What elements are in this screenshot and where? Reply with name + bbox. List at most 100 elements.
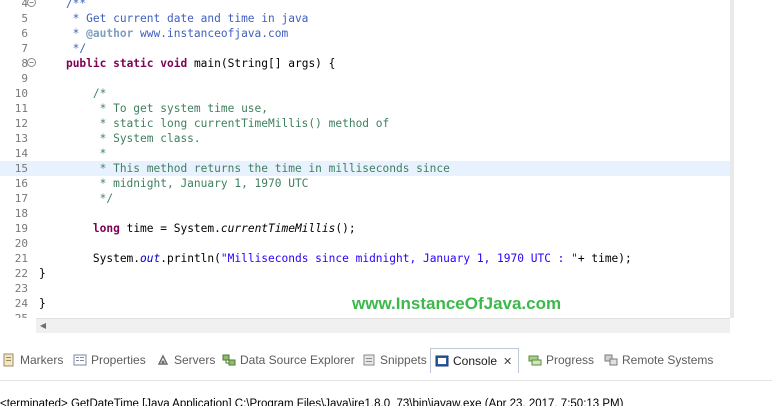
code-token: /* [39, 87, 107, 100]
line-number: 25 [0, 311, 28, 318]
code-line[interactable]: 22} [0, 266, 730, 281]
code-line[interactable]: 12 * static long currentTimeMillis() met… [0, 116, 730, 131]
line-number: 11 [14, 102, 28, 115]
tab-snippets[interactable]: Snippets [362, 350, 427, 370]
data-source-icon [222, 353, 236, 367]
code-line[interactable]: 8− public static void main(String[] args… [0, 56, 730, 71]
tab-label: Progress [546, 353, 595, 367]
code-line[interactable]: 16 * midnight, January 1, 1970 UTC [0, 176, 730, 191]
code-token: + time); [577, 252, 632, 265]
horizontal-scrollbar[interactable]: ◀ [36, 318, 730, 333]
code-text: * System class. [39, 131, 201, 146]
code-token: } [39, 267, 46, 280]
tab-label: Servers [174, 353, 216, 367]
code-token: long [92, 222, 120, 235]
code-token: * This method returns the time in millis… [39, 162, 450, 175]
line-number: 21 [14, 252, 28, 265]
code-token: * To get system time use, [39, 102, 269, 115]
code-token: out [140, 252, 161, 265]
line-number: 4 [21, 0, 28, 10]
code-line[interactable]: 17 */ [0, 191, 730, 206]
line-number: 7 [21, 42, 28, 55]
code-line[interactable]: 5 * Get current date and time in java [0, 11, 730, 26]
console-view[interactable]: <terminated> GetDateTime [Java Applicati… [0, 380, 772, 406]
line-number: 6 [21, 27, 28, 40]
line-number: 8 [21, 57, 28, 70]
line-number: 12 [14, 117, 28, 130]
code-line[interactable]: 13 * System class. [0, 131, 730, 146]
tab-data-source-explorer[interactable]: Data Source Explorer [222, 350, 355, 370]
code-line[interactable]: 18 [0, 206, 730, 221]
line-number: 23 [14, 282, 28, 295]
line-number: 15 [14, 162, 28, 175]
code-line[interactable]: 21 System.out.println("Milliseconds sinc… [0, 251, 730, 266]
code-editor[interactable]: 4− /** 5 * Get current date and time in j… [0, 0, 772, 318]
snippets-icon [362, 353, 376, 367]
code-line[interactable]: 6 * @author www.instanceofjava.com [0, 26, 730, 41]
code-token: /** [39, 0, 87, 10]
line-number: 17 [14, 192, 28, 205]
tab-label: Snippets [380, 353, 427, 367]
line-number: 13 [14, 132, 28, 145]
fold-collapse-icon[interactable]: − [27, 58, 36, 67]
code-line[interactable]: 11 * To get system time use, [0, 101, 730, 116]
tab-label: Markers [20, 353, 64, 367]
tab-markers[interactable]: Markers [2, 350, 63, 370]
code-line[interactable]: 4− /** [0, 0, 730, 11]
code-line[interactable]: 10 /* [0, 86, 730, 101]
code-token: * Get current date and time in java [39, 12, 309, 25]
code-line[interactable]: 15 * This method returns the time in mil… [0, 161, 730, 176]
line-number: 22 [14, 267, 28, 280]
line-number: 19 [14, 222, 28, 235]
line-number: 14 [14, 147, 28, 160]
line-number: 16 [14, 177, 28, 190]
code-line[interactable]: 19 long time = System.currentTimeMillis(… [0, 221, 730, 236]
line-number: 10 [14, 87, 28, 100]
code-text: * Get current date and time in java [39, 11, 309, 26]
code-token: currentTimeMillis [220, 222, 336, 235]
code-token: * midnight, January 1, 1970 UTC [39, 177, 309, 190]
tab-console[interactable]: Console ✕ [430, 348, 520, 373]
tab-remote-systems[interactable]: Remote Systems [604, 350, 713, 370]
code-token: */ [39, 192, 114, 205]
line-number: 20 [14, 237, 28, 250]
servers-icon [156, 353, 170, 367]
code-token: time = System. [119, 222, 221, 235]
code-text: * To get system time use, [39, 101, 268, 116]
fold-collapse-icon[interactable]: − [27, 0, 36, 7]
code-token: "Milliseconds since midnight, January 1,… [220, 252, 578, 265]
tab-label: Remote Systems [622, 353, 714, 367]
code-token: (); [335, 222, 356, 235]
close-icon[interactable]: ✕ [503, 356, 512, 368]
line-number: 9 [21, 72, 28, 85]
tab-properties[interactable]: Properties [73, 350, 146, 370]
code-token: www.instanceofjava.com [133, 27, 289, 40]
code-text: * This method returns the time in millis… [39, 161, 450, 176]
tab-label: Properties [91, 353, 146, 367]
code-text: * midnight, January 1, 1970 UTC [39, 176, 309, 191]
scroll-left-arrow-icon[interactable]: ◀ [36, 319, 50, 333]
code-text: /** [39, 0, 86, 11]
tab-servers[interactable]: Servers [156, 350, 215, 370]
code-text: System.out.println("Milliseconds since m… [39, 251, 632, 266]
views-tab-bar: Markers Properties Servers Data Source E… [0, 340, 772, 380]
code-token: * [39, 27, 87, 40]
code-line[interactable]: 9 [0, 71, 730, 86]
code-token: main(String[] args) { [187, 57, 336, 70]
tab-label: Console [453, 354, 498, 368]
code-text: */ [39, 41, 86, 56]
console-icon [435, 352, 449, 367]
code-text: * @author www.instanceofjava.com [39, 26, 289, 41]
code-text: * static long currentTimeMillis() method… [39, 116, 390, 131]
code-token: */ [39, 42, 87, 55]
code-line[interactable]: 20 [0, 236, 730, 251]
code-text: */ [39, 191, 113, 206]
tab-progress[interactable]: Progress [528, 350, 594, 370]
code-text: long time = System.currentTimeMillis(); [39, 221, 356, 236]
code-line[interactable]: 14 * [0, 146, 730, 161]
line-number: 5 [21, 12, 28, 25]
code-token: System. [39, 252, 141, 265]
code-line[interactable]: 7 */ [0, 41, 730, 56]
